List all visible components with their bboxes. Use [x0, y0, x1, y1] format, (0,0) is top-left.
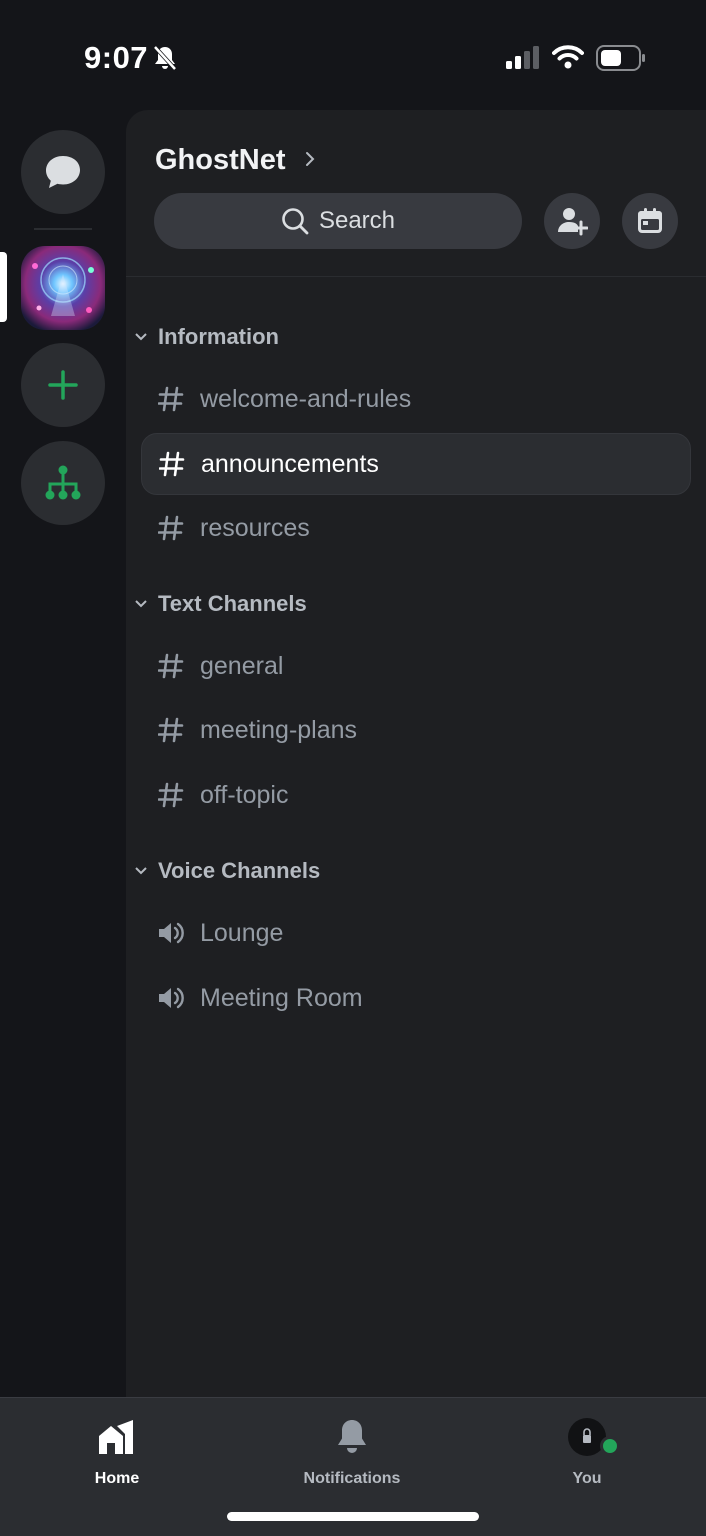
server-name[interactable]: GhostNet [155, 144, 286, 177]
channel-welcome-and-rules[interactable]: welcome-and-rules [141, 368, 691, 430]
battery-icon [596, 45, 646, 76]
channel-panel: GhostNet Search Information welcome-and-… [126, 110, 706, 1397]
category-voice-channels[interactable]: Voice Channels [134, 858, 320, 884]
tab-notifications[interactable]: Notifications [282, 1416, 422, 1488]
chevron-down-icon [135, 600, 147, 608]
channel-meeting-plans[interactable]: meeting-plans [141, 699, 691, 761]
voice-channel-lounge[interactable]: Lounge [141, 902, 691, 964]
search-bar[interactable]: Search [154, 193, 522, 249]
category-label: Text Channels [158, 591, 307, 616]
tab-home[interactable]: Home [47, 1416, 187, 1488]
chevron-down-icon [135, 333, 147, 341]
channel-off-topic[interactable]: off-topic [141, 764, 691, 826]
channel-label: Lounge [200, 918, 284, 947]
channel-announcements[interactable]: announcements [141, 433, 691, 495]
channel-label: general [200, 651, 284, 680]
hashtag-icon [157, 716, 185, 744]
wifi-icon [552, 44, 584, 75]
category-label: Voice Channels [158, 858, 321, 883]
channel-label: welcome-and-rules [200, 384, 412, 413]
calendar-icon [638, 208, 662, 233]
tab-label: Home [94, 1470, 140, 1487]
direct-messages-button[interactable] [21, 130, 105, 214]
channel-label: resources [200, 513, 310, 542]
hashtag-icon [157, 652, 185, 680]
avatar [568, 1416, 620, 1458]
invite-members-button[interactable] [544, 193, 600, 249]
status-time: 9:07 [84, 40, 149, 75]
tab-you[interactable]: You [517, 1416, 657, 1488]
online-status-indicator [600, 1436, 620, 1456]
category-information[interactable]: Information [134, 324, 279, 350]
header-divider [126, 276, 706, 277]
hashtag-icon [157, 385, 185, 413]
add-user-icon [558, 208, 588, 236]
plus-icon [48, 370, 78, 400]
tab-label: Notifications [303, 1470, 401, 1487]
category-label: Information [158, 324, 279, 349]
chevron-down-icon [135, 867, 147, 875]
channel-resources[interactable]: resources [141, 497, 691, 559]
channel-label: announcements [201, 449, 379, 478]
speaker-icon [157, 984, 185, 1012]
chat-bubble-icon [46, 156, 80, 188]
bell-icon [335, 1416, 369, 1458]
channel-general[interactable]: general [141, 635, 691, 697]
silent-mode-icon [152, 44, 178, 77]
status-bar: 9:07 [0, 0, 706, 110]
server-rail [0, 110, 126, 1397]
voice-channel-meeting-room[interactable]: Meeting Room [141, 967, 691, 1029]
hub-tree-icon [45, 465, 81, 500]
hashtag-icon [157, 514, 185, 542]
category-text-channels[interactable]: Text Channels [134, 591, 307, 617]
channel-label: Meeting Room [200, 983, 363, 1012]
speaker-icon [157, 919, 185, 947]
hashtag-icon [157, 781, 185, 809]
events-button[interactable] [622, 193, 678, 249]
selected-server-indicator [0, 252, 7, 322]
hashtag-icon [158, 450, 186, 478]
home-icon [97, 1416, 137, 1458]
tab-label: You [572, 1470, 602, 1487]
server-icon-ghostnet[interactable] [21, 246, 105, 330]
chevron-right-icon[interactable] [304, 148, 316, 174]
channel-label: meeting-plans [200, 715, 358, 744]
home-indicator[interactable] [227, 1512, 479, 1521]
cellular-signal-icon [506, 46, 540, 75]
discover-servers-button[interactable] [21, 441, 105, 525]
channel-label: off-topic [200, 780, 289, 809]
search-label: Search [318, 207, 396, 234]
search-icon [282, 208, 309, 235]
add-server-button[interactable] [21, 343, 105, 427]
rail-divider [34, 228, 92, 230]
